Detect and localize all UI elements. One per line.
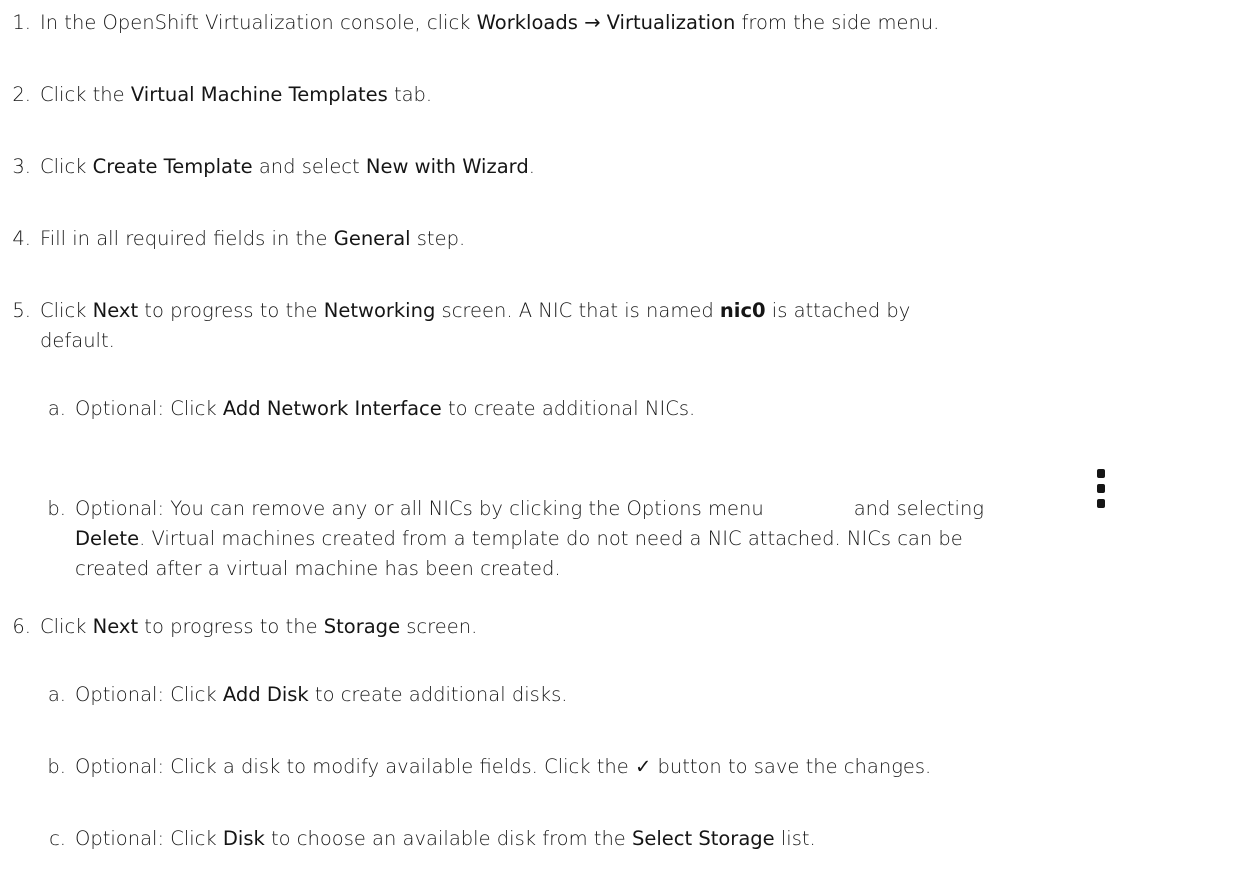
- step-text: Click Next to progress to the Storage sc…: [40, 615, 478, 638]
- step-text: Click Next to progress to the Networking…: [40, 299, 911, 353]
- button-name: Create Template: [92, 155, 253, 178]
- step-text: Click Create Template and select New wit…: [40, 155, 535, 178]
- substep-letter: b.: [47, 497, 66, 520]
- step-text: In the OpenShift Virtualization console,…: [40, 11, 940, 34]
- substep-letter: c.: [49, 827, 66, 850]
- step-number: 6.: [12, 615, 31, 638]
- substep-text: Optional: Click Add Network Interface to…: [75, 397, 696, 420]
- tab-name: Virtual Machine Templates: [130, 83, 388, 106]
- step-name: General: [333, 227, 411, 250]
- step-number: 3.: [12, 155, 31, 178]
- step-text: Fill in all required fields in the Gener…: [40, 227, 466, 250]
- procedure-document: 1. In the OpenShift Virtualization conso…: [0, 0, 1247, 886]
- step-number: 5.: [12, 299, 31, 322]
- step-number: 2.: [12, 83, 31, 106]
- menu-path-virtualization: Virtualization: [606, 11, 736, 34]
- menu-path-workloads: Workloads: [476, 11, 578, 34]
- substep-text: Optional: Click a disk to modify availab…: [75, 755, 932, 778]
- substep-text-line2: Delete. Virtual machines created from a …: [75, 527, 963, 550]
- step-text: Click the Virtual Machine Templates tab.: [40, 83, 433, 106]
- substep-letter: b.: [47, 755, 66, 778]
- kebab-vertical-icon: [1096, 468, 1106, 510]
- step-number: 4.: [12, 227, 31, 250]
- substep-text: Optional: Click Disk to choose an availa…: [75, 827, 816, 850]
- substep-letter: a.: [47, 683, 66, 706]
- step-number: 1.: [12, 11, 31, 34]
- substep-letter: a.: [47, 397, 66, 420]
- option-name: New with Wizard: [365, 155, 529, 178]
- substep-text-line3: created after a virtual machine has been…: [75, 557, 561, 580]
- substep-text: Optional: You can remove any or all NICs…: [75, 497, 985, 520]
- substep-text: Optional: Click Add Disk to create addit…: [75, 683, 568, 706]
